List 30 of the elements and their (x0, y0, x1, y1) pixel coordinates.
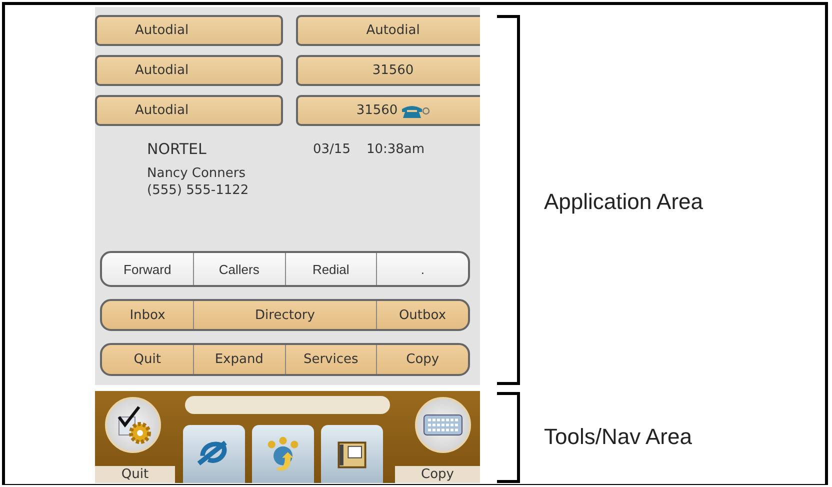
soft-key[interactable]: Quit (102, 345, 193, 374)
call-time: 10:38am (366, 142, 425, 156)
caller-label: NORTEL (147, 140, 208, 158)
soft-key[interactable]: Services (284, 345, 376, 374)
caller-number: (555) 555-1122 (147, 183, 250, 198)
soft-key[interactable]: Redial (284, 253, 376, 285)
area-label: Application Area (544, 189, 704, 215)
soft-key[interactable]: Callers (192, 253, 284, 285)
autodial-key[interactable]: 31560 (296, 55, 480, 86)
nav-tab[interactable] (321, 425, 383, 483)
autodial-key[interactable]: Autodial (95, 15, 283, 46)
quit-label[interactable]: Quit (95, 466, 175, 483)
soft-key[interactable]: . (376, 253, 468, 285)
soft-key[interactable]: Expand (192, 345, 284, 374)
call-date: 03/15 (313, 142, 350, 156)
autodial-key[interactable]: 31560 (296, 95, 480, 126)
keyboard-icon (423, 414, 463, 436)
soft-key[interactable]: Directory (193, 301, 376, 329)
soft-key[interactable]: Outbox (376, 301, 468, 329)
nav-tab[interactable] (183, 425, 245, 483)
soft-key[interactable]: Inbox (102, 301, 193, 329)
soft-key[interactable]: Copy (376, 345, 468, 374)
area-label: Tools/Nav Area (544, 424, 693, 450)
soft-key[interactable]: Forward (102, 253, 193, 285)
autodial-key[interactable]: Autodial (296, 15, 480, 46)
copy-label[interactable]: Copy (395, 466, 480, 483)
input-field[interactable] (185, 396, 390, 414)
autodial-key[interactable]: Autodial (95, 95, 283, 126)
caller-name: Nancy Conners (147, 166, 247, 181)
autodial-key[interactable]: Autodial (95, 55, 283, 86)
